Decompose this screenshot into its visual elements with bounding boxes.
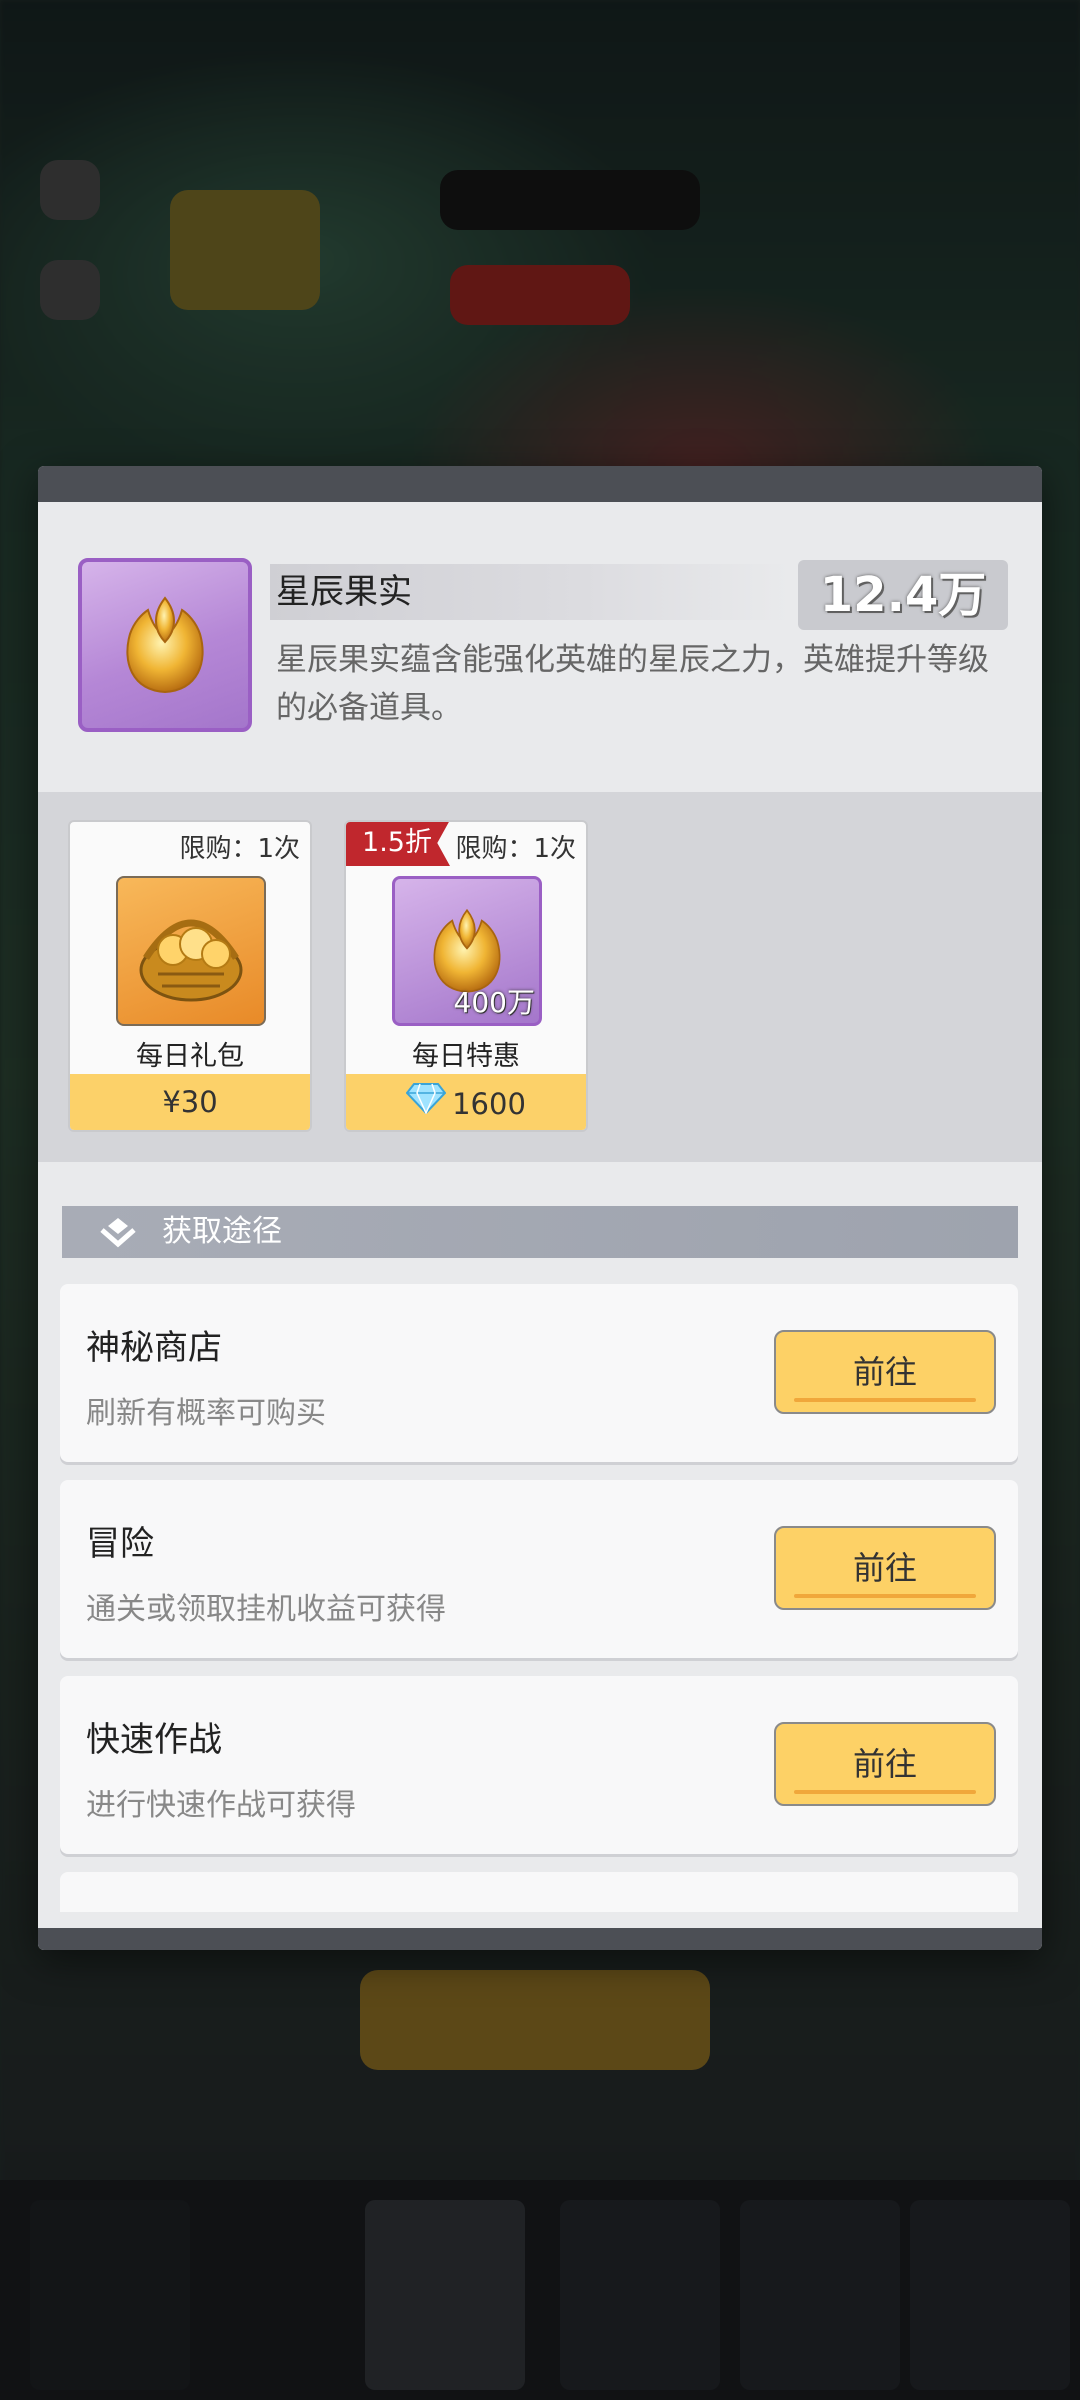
golden-tulip-icon: 400万 [392, 876, 542, 1026]
offer-name: 每日礼包 [136, 1041, 244, 1072]
go-button[interactable]: 前往 [774, 1330, 996, 1414]
purchase-limit: 限购：1次 [179, 834, 300, 864]
sources-title: 获取途径 [162, 1214, 282, 1249]
source-description: 进行快速作战可获得 [86, 1788, 356, 1823]
sources-header: 获取途径 [62, 1206, 1018, 1258]
source-row-mystery-shop: 神秘商店 刷新有概率可购买 前往 [60, 1284, 1018, 1462]
source-row-quick-battle: 快速作战 进行快速作战可获得 前往 [60, 1676, 1018, 1854]
diamond-icon [405, 1076, 447, 1130]
source-description: 刷新有概率可购买 [86, 1396, 326, 1431]
shop-card-daily-deal[interactable]: 1.5折 限购：1次 400万 每日特惠 1600 [344, 820, 588, 1132]
source-title: 快速作战 [86, 1720, 222, 1760]
source-title: 冒险 [86, 1524, 154, 1564]
offer-price: 1600 [452, 1087, 526, 1121]
fruit-basket-icon [116, 876, 266, 1026]
source-description: 通关或领取挂机收益可获得 [86, 1592, 446, 1627]
chevron-down-icon [98, 1216, 138, 1252]
offer-price[interactable]: ¥30 [70, 1074, 310, 1130]
item-count: 12.4万 [819, 567, 987, 623]
golden-tulip-icon [78, 558, 252, 732]
purchase-limit: 限购：1次 [455, 834, 576, 864]
offer-price-button[interactable]: 1600 [346, 1074, 586, 1130]
shop-card-daily-gift[interactable]: 限购：1次 每日礼包 ¥30 [68, 820, 312, 1132]
modal-top-bar [38, 466, 1042, 502]
source-title: 神秘商店 [86, 1328, 222, 1368]
go-button[interactable]: 前往 [774, 1722, 996, 1806]
offer-quantity: 400万 [453, 986, 535, 1019]
modal-bottom-bar [38, 1928, 1042, 1950]
offer-name: 每日特惠 [412, 1041, 520, 1072]
item-detail-modal: 星辰果实 12.4万 星辰果实蕴含能强化英雄的星辰之力，英雄提升等级的必备道具。… [38, 466, 1042, 1950]
item-description: 星辰果实蕴含能强化英雄的星辰之力，英雄提升等级的必备道具。 [276, 642, 989, 726]
item-name: 星辰果实 [276, 572, 412, 612]
go-button[interactable]: 前往 [774, 1526, 996, 1610]
discount-badge: 1.5折 [346, 822, 450, 866]
source-row-partial [60, 1872, 1018, 1912]
source-row-adventure: 冒险 通关或领取挂机收益可获得 前往 [60, 1480, 1018, 1658]
